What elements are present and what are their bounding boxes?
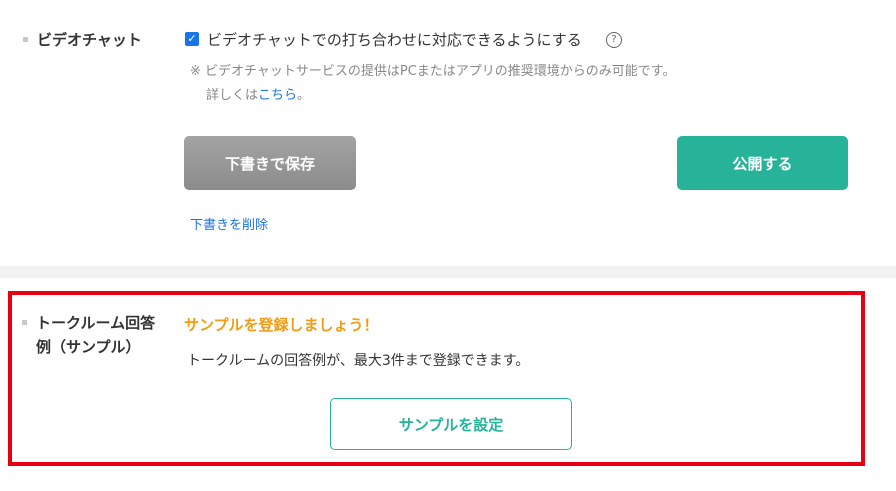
- save-draft-button[interactable]: 下書きで保存: [184, 136, 356, 190]
- video-chat-note-line1: ※ ビデオチャットサービスの提供はPCまたはアプリの推奨環境からのみ可能です。: [190, 64, 676, 79]
- video-chat-label: ビデオチャット: [37, 31, 142, 49]
- delete-draft-link[interactable]: 下書きを削除: [190, 214, 268, 233]
- publish-button[interactable]: 公開する: [677, 136, 848, 190]
- note-prefix: 詳しくは: [206, 88, 259, 103]
- note-suffix: 。: [297, 88, 311, 103]
- checkmark-icon: ✓: [187, 32, 197, 45]
- video-chat-note-line2: 詳しくはこちら。: [206, 86, 310, 106]
- video-chat-checkbox[interactable]: ✓: [185, 32, 199, 46]
- help-icon[interactable]: ?: [606, 32, 622, 48]
- bullet-square-icon: [23, 37, 28, 42]
- details-link[interactable]: こちら: [258, 88, 297, 103]
- highlight-frame: [8, 291, 865, 466]
- video-chat-checkbox-label[interactable]: ビデオチャットでの打ち合わせに対応できるようにする: [207, 29, 582, 51]
